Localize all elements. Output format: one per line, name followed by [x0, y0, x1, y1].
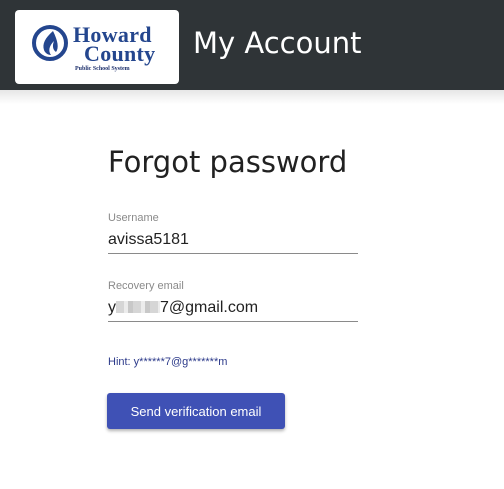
flame-icon: [32, 25, 68, 61]
send-verification-button[interactable]: Send verification email: [107, 393, 285, 429]
username-field[interactable]: Username avissa5181: [108, 212, 358, 255]
page-title: Forgot password: [108, 145, 348, 179]
logo-subtext: Public School System: [75, 66, 130, 72]
recovery-email-start: y: [108, 299, 116, 317]
username-input[interactable]: avissa5181: [108, 230, 358, 255]
district-logo[interactable]: Howard County Public School System: [15, 10, 179, 84]
header-shadow: [0, 90, 504, 104]
logo-text-county: County: [84, 41, 156, 66]
recovery-email-field[interactable]: Recovery email y 7@gmail.com: [108, 280, 358, 323]
redacted-mask: [116, 301, 160, 314]
username-label: Username: [108, 212, 159, 224]
recovery-email-label: Recovery email: [108, 280, 184, 292]
email-hint: Hint: y******7@g*******m: [108, 356, 228, 368]
recovery-email-input[interactable]: y 7@gmail.com: [108, 298, 358, 323]
app-title: My Account: [193, 26, 362, 60]
recovery-email-end: 7@gmail.com: [160, 299, 259, 317]
app-header: Howard County Public School System My Ac…: [0, 0, 504, 90]
